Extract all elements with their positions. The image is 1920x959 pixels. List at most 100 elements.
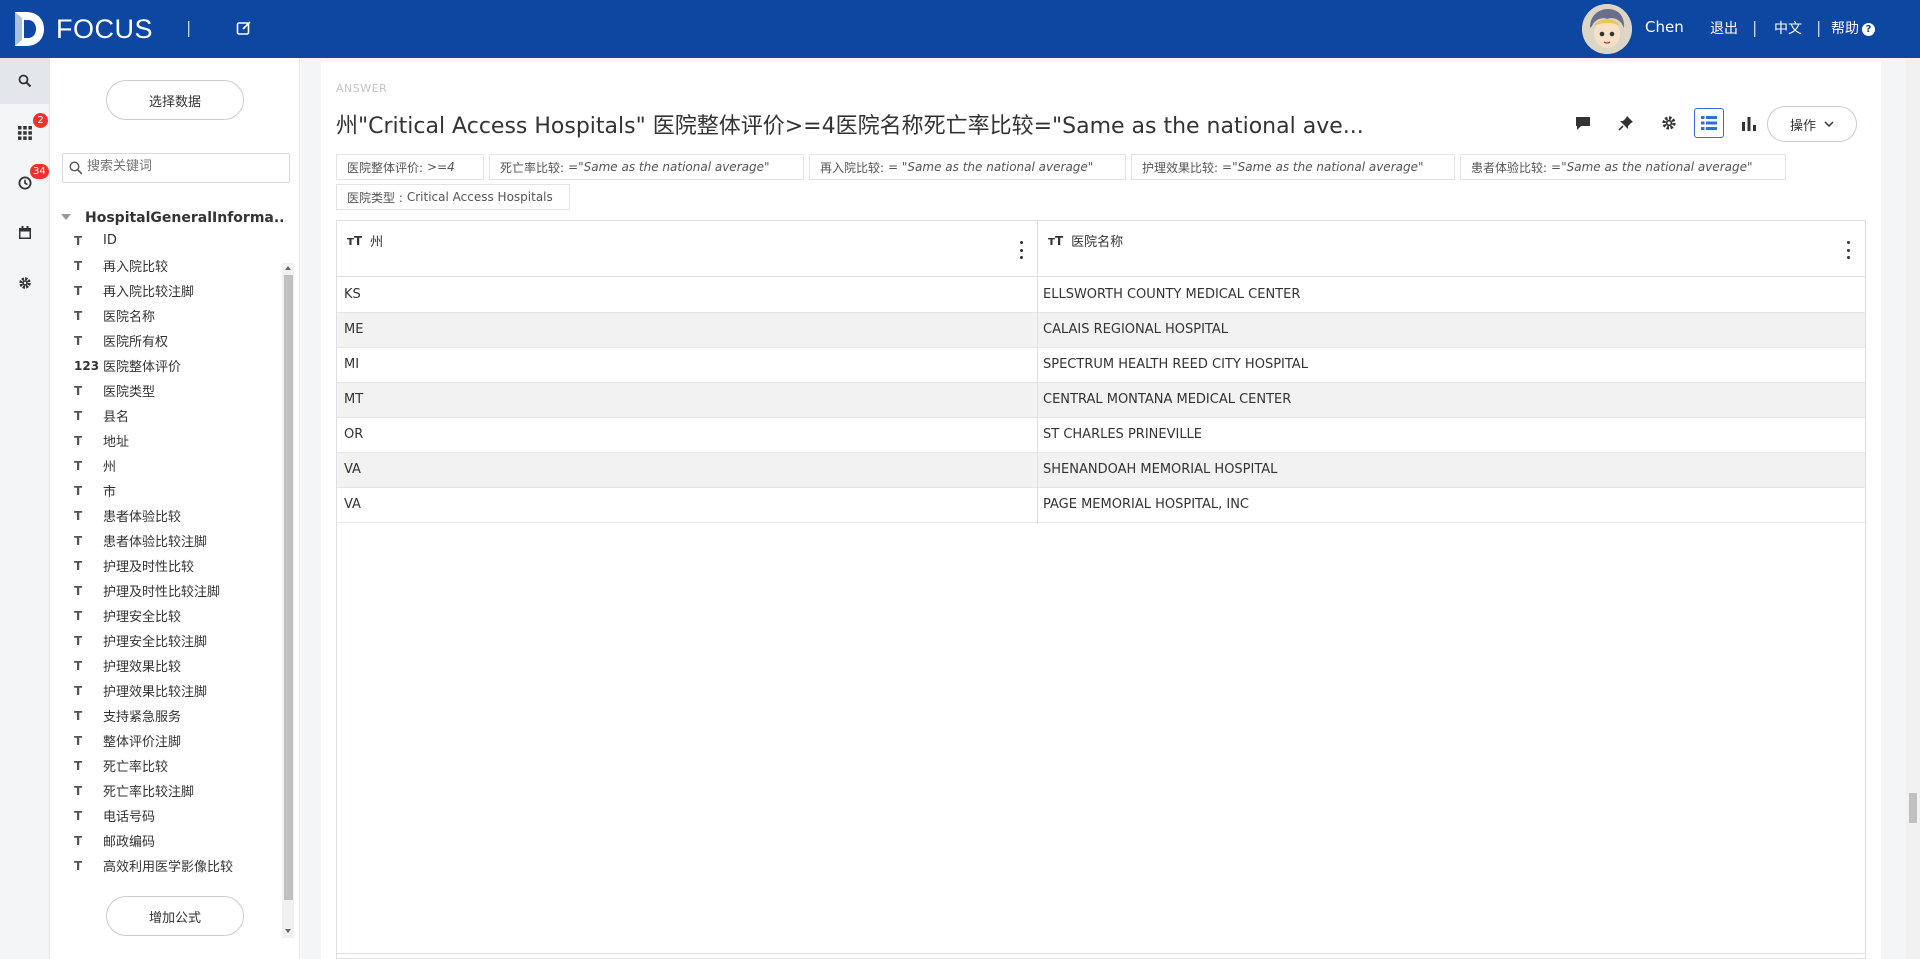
field-search-box[interactable] [62, 153, 290, 183]
scroll-down-arrow-icon[interactable] [285, 929, 291, 933]
field-item[interactable]: T市 [74, 478, 284, 503]
field-item[interactable]: T 再入院比较 [74, 253, 284, 278]
add-formula-button[interactable]: 增加公式 [106, 896, 244, 936]
field-name: 县名 [103, 410, 130, 425]
field-name: 护理效果比较注脚 [103, 685, 208, 700]
filter-chip-value: ="Same as the national average" [1222, 160, 1424, 174]
field-item[interactable]: 123 医院整体评价 [74, 353, 284, 378]
language-link[interactable]: 中文 [1774, 18, 1802, 38]
rail-settings[interactable] [0, 260, 50, 306]
field-name: 死亡率比较 [103, 760, 169, 775]
column-header-hospital-name[interactable]: ᴛT 医院名称 [1038, 221, 1865, 277]
answer-label: ANSWER [336, 82, 388, 95]
field-list-scrollbar[interactable] [282, 263, 294, 938]
chart-view-button[interactable] [1734, 108, 1764, 138]
field-item[interactable]: T 死亡率比较注脚 [74, 778, 284, 803]
scrollbar-thumb[interactable] [284, 275, 293, 900]
table-row[interactable]: MT CENTRAL MONTANA MEDICAL CENTER [337, 383, 1865, 418]
filter-chip[interactable]: 患者体验比较: ="Same as the national average" [1460, 154, 1786, 180]
user-avatar[interactable] [1582, 4, 1632, 54]
field-item[interactable]: T州 [74, 453, 284, 478]
table-row[interactable]: VA PAGE MEMORIAL HOSPITAL, INC [337, 488, 1865, 523]
table-row[interactable]: VA SHENANDOAH MEMORIAL HOSPITAL [337, 453, 1865, 488]
main-content: ANSWER 州"Critical Access Hospitals" 医院整体… [301, 58, 1920, 959]
page-scrollbar[interactable] [1906, 58, 1920, 959]
table-row[interactable]: MI SPECTRUM HEALTH REED CITY HOSPITAL [337, 348, 1865, 383]
rail-apps[interactable]: 2 [0, 110, 50, 156]
filter-chip[interactable]: 护理效果比较: ="Same as the national average" [1131, 154, 1455, 180]
field-search-input[interactable] [87, 159, 283, 174]
text-type-icon: T [74, 608, 83, 623]
table-name: HospitalGeneralInforma... [85, 210, 286, 226]
field-name: 护理效果比较 [103, 660, 182, 675]
field-item[interactable]: T 高效利用医学影像比较 [74, 853, 284, 878]
field-name: 护理及时性比较 [103, 560, 195, 575]
history-clock-icon [18, 176, 32, 190]
table-view-button[interactable] [1694, 108, 1724, 138]
field-item[interactable]: T 地址 [74, 428, 284, 453]
text-type-icon: T [74, 808, 83, 823]
help-link[interactable]: 帮助? [1831, 18, 1875, 38]
user-name[interactable]: Chen [1645, 18, 1684, 36]
apps-badge: 2 [33, 113, 48, 128]
rail-search[interactable] [0, 58, 50, 104]
rail-calendar[interactable] [0, 210, 50, 256]
field-item[interactable]: T 患者体验比较 [74, 503, 284, 528]
column-header-label: 医院名称 [1071, 235, 1124, 250]
field-name: ID [103, 233, 117, 248]
column-divider[interactable] [1037, 221, 1038, 524]
filter-chip[interactable]: 再入院比较: = "Same as the national average" [809, 154, 1126, 180]
logout-link[interactable]: 退出 [1710, 18, 1738, 38]
text-type-icon: T [74, 833, 83, 848]
field-item[interactable]: T 整体评价注脚 [74, 728, 284, 753]
help-link-label: 帮助 [1831, 21, 1859, 37]
table-row[interactable]: KS ELLSWORTH COUNTY MEDICAL CENTER [337, 278, 1865, 313]
field-item[interactable]: T 护理及时性比较注脚 [74, 578, 284, 603]
column-header-state[interactable]: ᴛT 州 [337, 221, 1037, 277]
table-horizontal-scrollbar[interactable] [337, 953, 1865, 958]
field-item[interactable]: T 护理安全比较 [74, 603, 284, 628]
field-item[interactable]: T 医院所有权 [74, 328, 284, 353]
filter-chip[interactable]: 医院整体评价: >=4 [336, 154, 484, 180]
operations-button[interactable]: 操作 [1767, 106, 1857, 142]
text-type-icon: T [74, 408, 83, 423]
field-item[interactable]: T 医院类型 [74, 378, 284, 403]
field-item[interactable]: T 患者体验比较注脚 [74, 528, 284, 553]
field-item[interactable]: T 邮政编码 [74, 828, 284, 853]
field-item[interactable]: T 再入院比较注脚 [74, 278, 284, 303]
table-row[interactable]: ME CALAIS REGIONAL HOSPITAL [337, 313, 1865, 348]
scroll-up-arrow-icon[interactable] [285, 266, 291, 270]
table-row[interactable]: OR ST CHARLES PRINEVILLE [337, 418, 1865, 453]
filter-chip[interactable]: 死亡率比较: ="Same as the national average" [489, 154, 804, 180]
filter-chip-label: 医院类型 : [347, 190, 403, 205]
text-type-icon: T [74, 333, 83, 348]
pin-button[interactable] [1611, 108, 1641, 138]
column-menu-icon[interactable] [1847, 241, 1851, 259]
focus-logo[interactable]: FOCUS [12, 10, 153, 48]
field-item[interactable]: T 护理安全比较注脚 [74, 628, 284, 653]
field-item[interactable]: T 医院名称 [74, 303, 284, 328]
field-item[interactable]: T 电话号码 [74, 803, 284, 828]
field-name: 支持紧急服务 [103, 710, 182, 725]
filter-chip-value: >=4 [427, 160, 455, 174]
select-data-button[interactable]: 选择数据 [106, 80, 244, 120]
field-item[interactable]: T 支持紧急服务 [74, 703, 284, 728]
field-item[interactable]: T 护理及时性比较 [74, 553, 284, 578]
field-item[interactable]: T 护理效果比较注脚 [74, 678, 284, 703]
settings-button[interactable] [1654, 108, 1684, 138]
cell-state: VA [344, 462, 361, 477]
page-scrollbar-thumb[interactable] [1909, 793, 1917, 823]
column-menu-icon[interactable] [1020, 241, 1024, 259]
field-item[interactable]: T 护理效果比较 [74, 653, 284, 678]
field-item[interactable]: T 县名 [74, 403, 284, 428]
edit-icon[interactable] [236, 20, 252, 36]
header-separator: | [186, 18, 192, 37]
table-tree-node[interactable]: HospitalGeneralInforma... [61, 210, 286, 226]
rail-history[interactable]: 34 [0, 160, 50, 206]
field-item[interactable]: T 死亡率比较 [74, 753, 284, 778]
filter-chip[interactable]: 医院类型 : Critical Access Hospitals [336, 184, 570, 210]
cell-state: MI [344, 357, 360, 372]
field-item[interactable]: T ID [74, 228, 284, 253]
collapse-caret-icon[interactable] [61, 214, 71, 220]
comment-button[interactable] [1568, 108, 1598, 138]
